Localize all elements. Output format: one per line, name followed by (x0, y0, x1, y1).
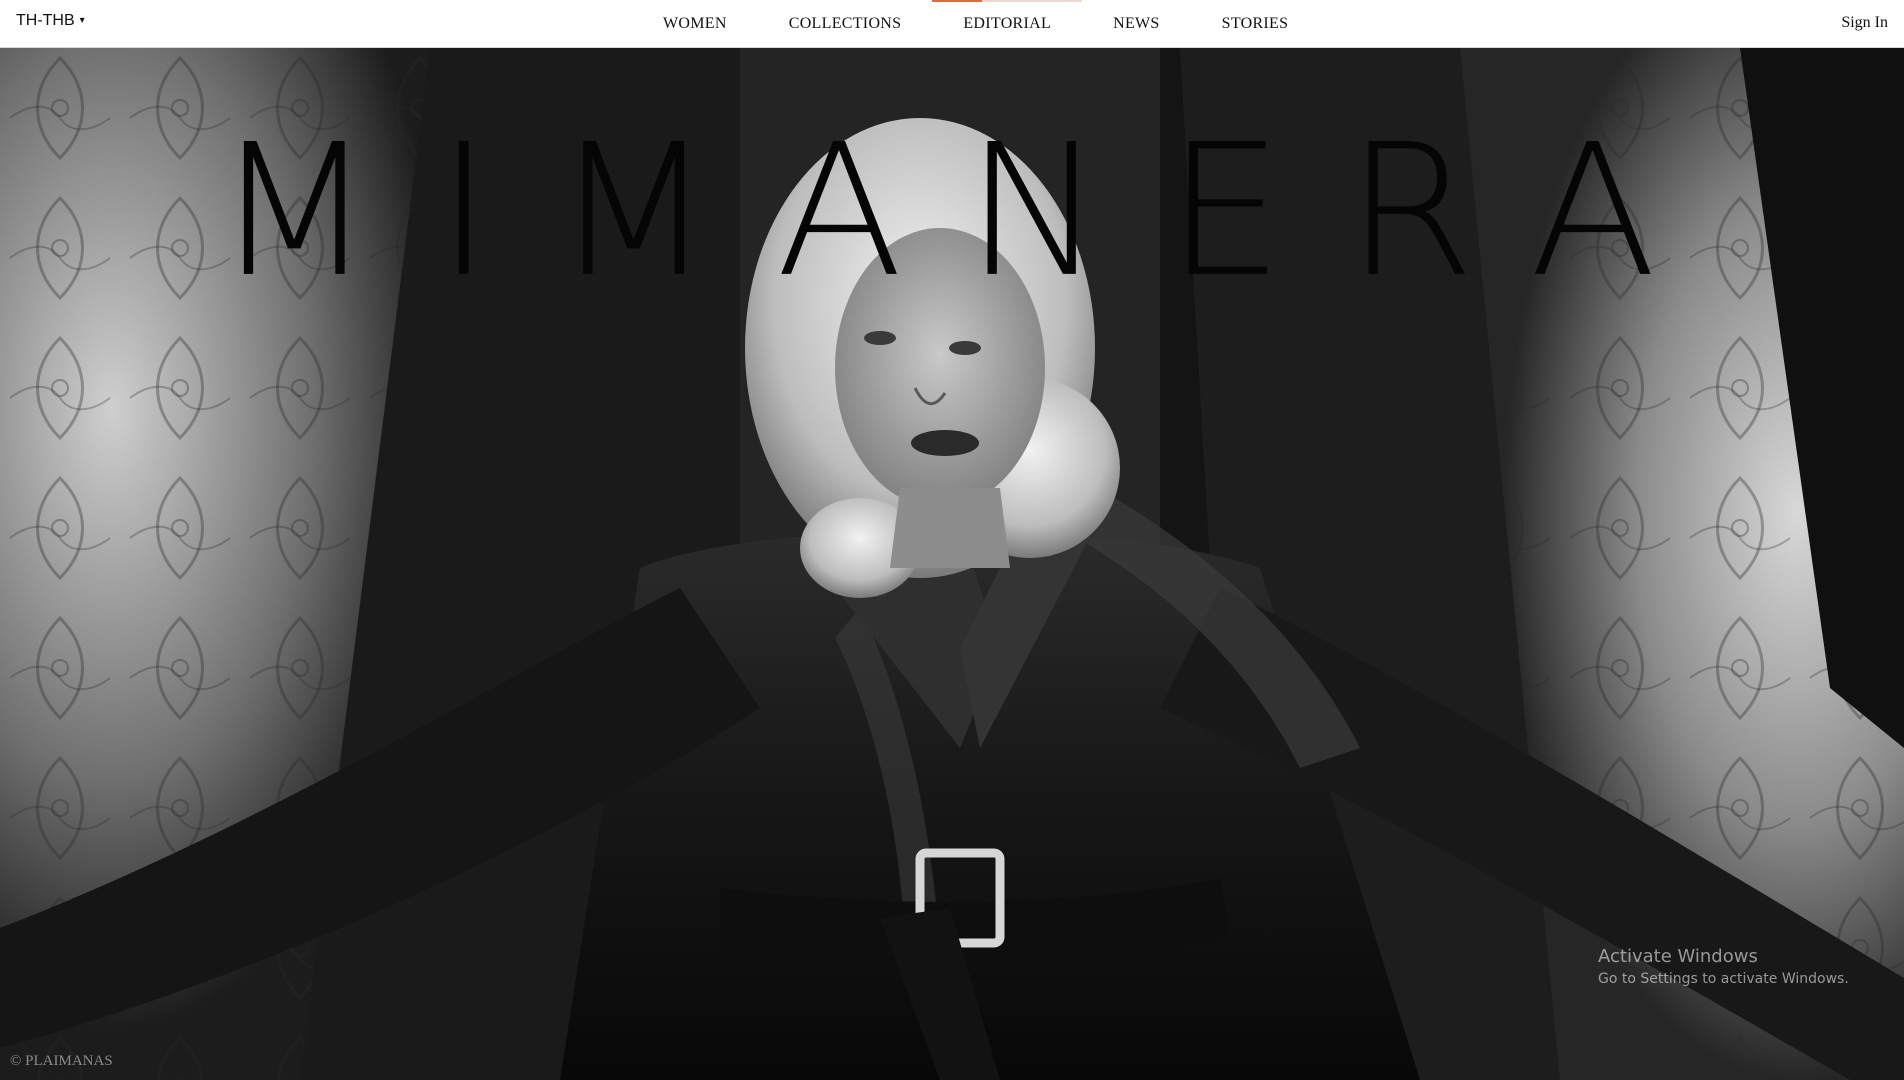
hero-banner[interactable]: MIMANERA © PLAIMANAS Activate Windows Go… (0, 48, 1904, 1080)
watermark-title: Activate Windows (1598, 946, 1758, 967)
os-activation-watermark: Activate Windows Go to Settings to activ… (1598, 946, 1849, 987)
brand-wordmark[interactable]: MIMANERA (214, 120, 1704, 302)
page: TH-THB ▾ WOMEN COLLECTIONS EDITORIAL NEW… (0, 0, 1904, 1080)
nav-item-editorial[interactable]: EDITORIAL (932, 0, 1082, 48)
chevron-down-icon: ▾ (79, 15, 85, 26)
nav-item-collections[interactable]: COLLECTIONS (758, 0, 933, 48)
locale-label: TH-THB (16, 12, 75, 29)
nav-item-stories[interactable]: STORIES (1191, 0, 1320, 48)
sign-in-link[interactable]: Sign In (1841, 14, 1888, 32)
top-nav-bar: TH-THB ▾ WOMEN COLLECTIONS EDITORIAL NEW… (0, 0, 1904, 48)
locale-currency-selector[interactable]: TH-THB ▾ (16, 12, 85, 30)
nav-item-news[interactable]: NEWS (1082, 0, 1191, 48)
photo-credit: © PLAIMANAS (10, 1053, 113, 1069)
main-navigation: WOMEN COLLECTIONS EDITORIAL NEWS STORIES (632, 0, 1319, 48)
nav-item-women[interactable]: WOMEN (632, 0, 758, 48)
watermark-subtitle: Go to Settings to activate Windows. (1598, 971, 1849, 987)
